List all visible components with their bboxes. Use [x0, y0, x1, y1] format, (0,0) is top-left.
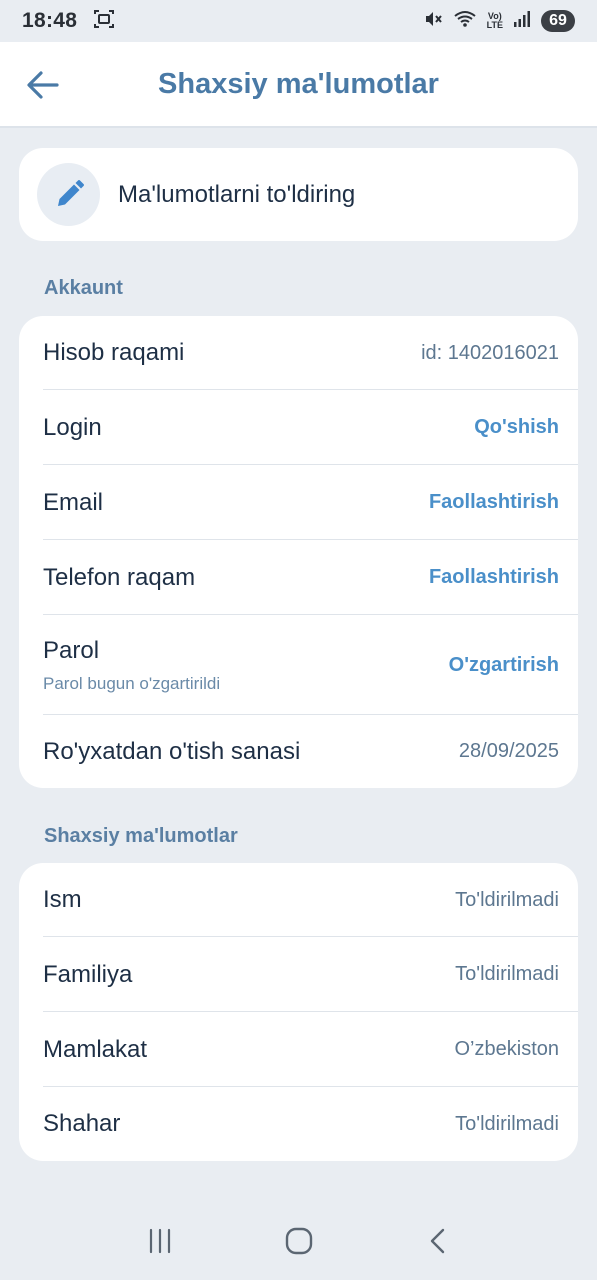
phone-row[interactable]: Telefon raqam Faollashtirish [19, 540, 578, 615]
email-label: Email [43, 488, 104, 516]
personal-card: Ism To'ldirilmadi Familiya To'ldirilmadi… [19, 863, 578, 1161]
last-name-row[interactable]: Familiya To'ldirilmadi [19, 937, 578, 1012]
account-number-row: Hisob raqami id: 1402016021 [19, 316, 578, 390]
add-login-button[interactable]: Qo'shish [474, 416, 559, 439]
system-nav-bar [0, 1202, 597, 1280]
edit-icon-circle [37, 163, 100, 226]
recent-apps-icon [149, 1228, 170, 1254]
app-bar: Shaxsiy ma'lumotlar [0, 42, 597, 128]
account-card: Hisob raqami id: 1402016021 Login Qo'shi… [19, 316, 578, 788]
city-row[interactable]: Shahar To'ldirilmadi [19, 1087, 578, 1161]
first-name-value: To'ldirilmadi [455, 888, 559, 911]
volte-bottom-text: LTE [486, 20, 503, 30]
country-row[interactable]: Mamlakat O’zbekiston [19, 1012, 578, 1087]
activate-phone-button[interactable]: Faollashtirish [429, 566, 559, 589]
screenshot-icon [93, 8, 115, 35]
account-section-title: Akkaunt [44, 277, 123, 299]
home-button[interactable] [275, 1217, 323, 1265]
volte-indicator: Vo) LTE [487, 12, 503, 30]
account-number-label: Hisob raqami [43, 339, 185, 366]
back-nav-button[interactable] [414, 1217, 462, 1265]
chevron-left-icon [430, 1228, 444, 1254]
first-name-row[interactable]: Ism To'ldirilmadi [19, 863, 578, 937]
password-label: Parol [43, 636, 100, 664]
battery-indicator: 69 [541, 10, 575, 32]
city-label: Shahar [43, 1110, 121, 1137]
registration-date-row: Ro'yxatdan o'tish sanasi 28/09/2025 [19, 715, 578, 788]
page-title: Shaxsiy ma'lumotlar [158, 68, 439, 100]
recent-apps-button[interactable] [136, 1217, 184, 1265]
country-value: O’zbekiston [454, 1038, 560, 1060]
wifi-icon [453, 9, 477, 34]
fill-info-label: Ma'lumotlarni to'ldiring [118, 180, 356, 208]
status-time: 18:48 [22, 9, 78, 32]
personal-section-title: Shaxsiy ma'lumotlar [44, 825, 238, 847]
signal-icon [513, 10, 531, 33]
status-bar: 18:48 Vo) LTE 69 [0, 0, 597, 42]
country-label: Mamlakat [43, 1035, 148, 1063]
pencil-icon [57, 179, 84, 206]
fill-info-button[interactable]: Ma'lumotlarni to'ldiring [19, 148, 578, 241]
email-row[interactable]: Email Faollashtirish [19, 465, 578, 540]
password-row[interactable]: Parol Parol bugun o'zgartirildi O'zgarti… [19, 615, 578, 715]
home-icon [285, 1227, 312, 1255]
change-password-button[interactable]: O'zgartirish [449, 654, 559, 677]
registration-date-label: Ro'yxatdan o'tish sanasi [43, 737, 301, 765]
first-name-label: Ism [43, 886, 82, 913]
password-sub-label: Parol bugun o'zgartirildi [43, 673, 221, 693]
phone-label: Telefon raqam [43, 563, 196, 591]
city-value: To'ldirilmadi [455, 1112, 559, 1135]
account-number-value: id: 1402016021 [421, 341, 559, 364]
mute-icon [423, 9, 443, 34]
last-name-value: To'ldirilmadi [455, 963, 559, 985]
registration-date-value: 28/09/2025 [458, 740, 559, 762]
last-name-label: Familiya [43, 960, 133, 988]
password-text-group: Parol Parol bugun o'zgartirildi [43, 637, 220, 694]
login-row[interactable]: Login Qo'shish [19, 390, 578, 465]
login-label: Login [43, 413, 102, 441]
activate-email-button[interactable]: Faollashtirish [429, 491, 559, 514]
